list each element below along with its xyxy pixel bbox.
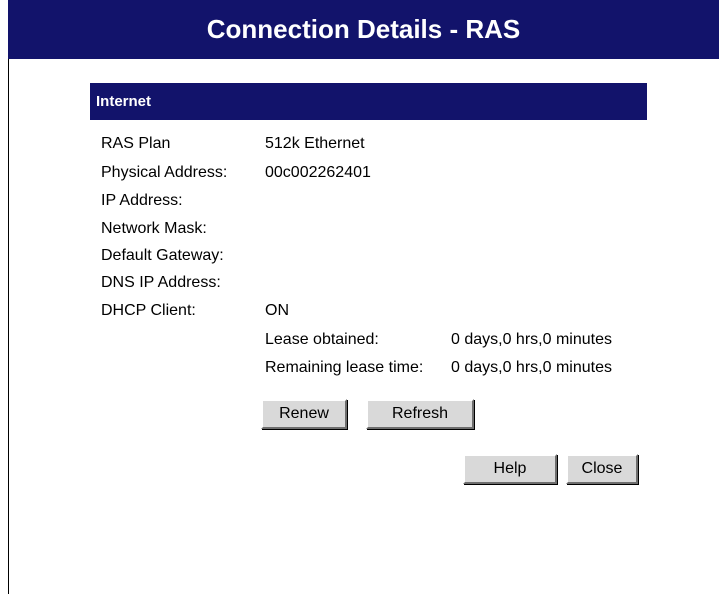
refresh-button[interactable]: Refresh bbox=[366, 399, 474, 429]
window-left-border bbox=[8, 59, 9, 594]
physical-address-label: Physical Address: bbox=[101, 164, 228, 181]
lease-obtained-label: Lease obtained: bbox=[265, 331, 379, 348]
dhcp-client-value: ON bbox=[265, 302, 289, 319]
help-button[interactable]: Help bbox=[463, 454, 557, 484]
physical-address-value: 00c002262401 bbox=[265, 164, 371, 181]
ip-address-label: IP Address: bbox=[101, 192, 183, 209]
default-gateway-label: Default Gateway: bbox=[101, 247, 224, 264]
window-title: Connection Details - RAS bbox=[8, 0, 719, 59]
section-header-internet: Internet bbox=[90, 83, 647, 120]
dns-ip-address-label: DNS IP Address: bbox=[101, 274, 221, 291]
ras-plan-label: RAS Plan bbox=[101, 135, 171, 152]
lease-obtained-value: 0 days,0 hrs,0 minutes bbox=[451, 331, 612, 348]
dhcp-client-label: DHCP Client: bbox=[101, 302, 196, 319]
remaining-lease-label: Remaining lease time: bbox=[265, 359, 424, 376]
renew-button[interactable]: Renew bbox=[261, 399, 347, 429]
remaining-lease-value: 0 days,0 hrs,0 minutes bbox=[451, 359, 612, 376]
network-mask-label: Network Mask: bbox=[101, 220, 207, 237]
close-button[interactable]: Close bbox=[566, 454, 638, 484]
ras-plan-value: 512k Ethernet bbox=[265, 135, 365, 152]
